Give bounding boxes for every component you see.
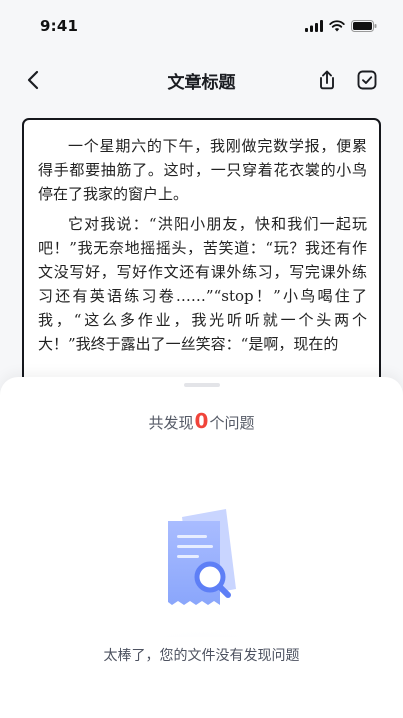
document-paragraph: 它对我说：“洪阳小朋友，快和我们一起玩吧！”我无奈地摇摇头，苦笑道：“玩？我还有… bbox=[38, 215, 367, 353]
result-sheet: 共发现0个问题 太棒了，您的文件没有发现问题 bbox=[0, 377, 403, 718]
share-icon bbox=[320, 70, 334, 90]
issue-count: 0 bbox=[194, 409, 209, 433]
back-arrow-icon bbox=[27, 70, 39, 90]
page-title: 文章标题 bbox=[167, 72, 236, 93]
status-time: 9:41 bbox=[40, 17, 79, 35]
signal-icon bbox=[305, 20, 323, 32]
check-square-icon bbox=[357, 70, 377, 90]
wifi-icon bbox=[329, 20, 345, 32]
document-card[interactable]: 一个星期六的下午，我刚做完数学报，便累得手都要抽筋了。这时，一只穿着花衣裳的小鸟… bbox=[22, 118, 381, 418]
empty-state-message: 太棒了，您的文件没有发现问题 bbox=[103, 648, 300, 664]
status-bar: 9:41 bbox=[0, 0, 403, 52]
document-search-icon bbox=[116, 509, 288, 637]
issue-summary-prefix: 共发现 bbox=[148, 414, 194, 432]
status-icons bbox=[305, 20, 377, 32]
sheet-drag-handle[interactable] bbox=[184, 383, 220, 387]
document-paragraph: 一个星期六的下午，我刚做完数学报，便累得手都要抽筋了。这时，一只穿着花衣裳的小鸟… bbox=[38, 137, 367, 203]
issue-summary-suffix: 个问题 bbox=[209, 414, 255, 432]
confirm-button[interactable] bbox=[353, 66, 381, 94]
issue-summary: 共发现0个问题 bbox=[0, 409, 403, 433]
share-button[interactable] bbox=[313, 66, 341, 94]
battery-icon bbox=[351, 20, 377, 32]
nav-bar: 文章标题 bbox=[0, 58, 403, 102]
back-button[interactable] bbox=[20, 66, 48, 94]
